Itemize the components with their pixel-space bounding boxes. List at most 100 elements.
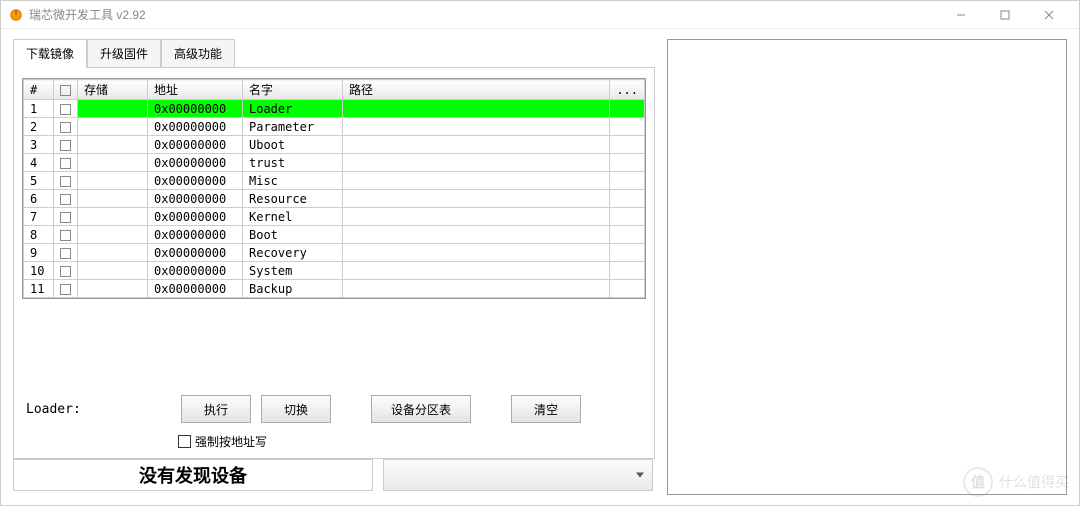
row-checkbox[interactable]: [54, 190, 78, 208]
row-storage[interactable]: [78, 244, 148, 262]
row-storage[interactable]: [78, 208, 148, 226]
checkbox-icon[interactable]: [60, 248, 71, 259]
clear-button[interactable]: 清空: [511, 395, 581, 423]
row-browse[interactable]: [610, 244, 645, 262]
row-storage[interactable]: [78, 226, 148, 244]
checkbox-icon[interactable]: [60, 140, 71, 151]
table-row[interactable]: 70x00000000Kernel: [24, 208, 645, 226]
row-path[interactable]: [343, 190, 610, 208]
row-addr[interactable]: 0x00000000: [148, 154, 243, 172]
device-dropdown[interactable]: [383, 459, 653, 491]
checkbox-icon[interactable]: [60, 212, 71, 223]
col-header-path[interactable]: 路径: [343, 80, 610, 100]
checkbox-icon[interactable]: [60, 230, 71, 241]
row-path[interactable]: [343, 172, 610, 190]
row-name[interactable]: Uboot: [243, 136, 343, 154]
row-path[interactable]: [343, 280, 610, 298]
row-addr[interactable]: 0x00000000: [148, 280, 243, 298]
row-browse[interactable]: [610, 172, 645, 190]
row-name[interactable]: Backup: [243, 280, 343, 298]
row-storage[interactable]: [78, 262, 148, 280]
row-name[interactable]: System: [243, 262, 343, 280]
row-name[interactable]: trust: [243, 154, 343, 172]
row-checkbox[interactable]: [54, 172, 78, 190]
maximize-button[interactable]: [983, 1, 1027, 29]
row-checkbox[interactable]: [54, 262, 78, 280]
row-storage[interactable]: [78, 154, 148, 172]
row-storage[interactable]: [78, 172, 148, 190]
row-path[interactable]: [343, 118, 610, 136]
checkbox-icon[interactable]: [60, 158, 71, 169]
table-row[interactable]: 50x00000000Misc: [24, 172, 645, 190]
row-name[interactable]: Recovery: [243, 244, 343, 262]
row-checkbox[interactable]: [54, 244, 78, 262]
execute-button[interactable]: 执行: [181, 395, 251, 423]
row-browse[interactable]: [610, 262, 645, 280]
row-name[interactable]: Kernel: [243, 208, 343, 226]
row-addr[interactable]: 0x00000000: [148, 190, 243, 208]
checkbox-icon[interactable]: [60, 104, 71, 115]
row-browse[interactable]: [610, 136, 645, 154]
force-write-checkbox[interactable]: [178, 435, 191, 448]
close-button[interactable]: [1027, 1, 1071, 29]
col-header-name[interactable]: 名字: [243, 80, 343, 100]
row-path[interactable]: [343, 262, 610, 280]
checkbox-icon[interactable]: [60, 284, 71, 295]
row-addr[interactable]: 0x00000000: [148, 100, 243, 118]
minimize-button[interactable]: [939, 1, 983, 29]
row-addr[interactable]: 0x00000000: [148, 244, 243, 262]
row-browse[interactable]: [610, 208, 645, 226]
row-browse[interactable]: [610, 118, 645, 136]
checkbox-icon[interactable]: [60, 194, 71, 205]
table-row[interactable]: 80x00000000Boot: [24, 226, 645, 244]
tab-upgrade-firmware[interactable]: 升级固件: [87, 39, 161, 68]
col-header-num[interactable]: #: [24, 80, 54, 100]
row-name[interactable]: Resource: [243, 190, 343, 208]
row-storage[interactable]: [78, 118, 148, 136]
row-addr[interactable]: 0x00000000: [148, 118, 243, 136]
table-row[interactable]: 20x00000000Parameter: [24, 118, 645, 136]
row-path[interactable]: [343, 244, 610, 262]
row-path[interactable]: [343, 208, 610, 226]
row-addr[interactable]: 0x00000000: [148, 226, 243, 244]
table-row[interactable]: 30x00000000Uboot: [24, 136, 645, 154]
checkbox-icon[interactable]: [60, 266, 71, 277]
row-browse[interactable]: [610, 100, 645, 118]
col-header-checkall[interactable]: [54, 80, 78, 100]
row-addr[interactable]: 0x00000000: [148, 172, 243, 190]
row-name[interactable]: Loader: [243, 100, 343, 118]
checkbox-icon[interactable]: [60, 85, 71, 96]
table-row[interactable]: 100x00000000System: [24, 262, 645, 280]
row-browse[interactable]: [610, 280, 645, 298]
row-path[interactable]: [343, 154, 610, 172]
row-name[interactable]: Boot: [243, 226, 343, 244]
partition-table-button[interactable]: 设备分区表: [371, 395, 471, 423]
row-addr[interactable]: 0x00000000: [148, 136, 243, 154]
switch-button[interactable]: 切换: [261, 395, 331, 423]
row-path[interactable]: [343, 100, 610, 118]
row-checkbox[interactable]: [54, 136, 78, 154]
tab-advanced[interactable]: 高级功能: [161, 39, 235, 68]
row-storage[interactable]: [78, 136, 148, 154]
checkbox-icon[interactable]: [60, 176, 71, 187]
row-name[interactable]: Misc: [243, 172, 343, 190]
table-row[interactable]: 60x00000000Resource: [24, 190, 645, 208]
row-addr[interactable]: 0x00000000: [148, 208, 243, 226]
row-storage[interactable]: [78, 190, 148, 208]
row-storage[interactable]: [78, 280, 148, 298]
row-path[interactable]: [343, 226, 610, 244]
row-checkbox[interactable]: [54, 208, 78, 226]
tab-download-image[interactable]: 下载镜像: [13, 39, 87, 68]
row-checkbox[interactable]: [54, 226, 78, 244]
row-checkbox[interactable]: [54, 280, 78, 298]
row-addr[interactable]: 0x00000000: [148, 262, 243, 280]
table-row[interactable]: 40x00000000trust: [24, 154, 645, 172]
col-header-addr[interactable]: 地址: [148, 80, 243, 100]
row-browse[interactable]: [610, 226, 645, 244]
table-row[interactable]: 110x00000000Backup: [24, 280, 645, 298]
row-checkbox[interactable]: [54, 118, 78, 136]
row-storage[interactable]: [78, 100, 148, 118]
row-browse[interactable]: [610, 154, 645, 172]
table-row[interactable]: 10x00000000Loader: [24, 100, 645, 118]
row-name[interactable]: Parameter: [243, 118, 343, 136]
